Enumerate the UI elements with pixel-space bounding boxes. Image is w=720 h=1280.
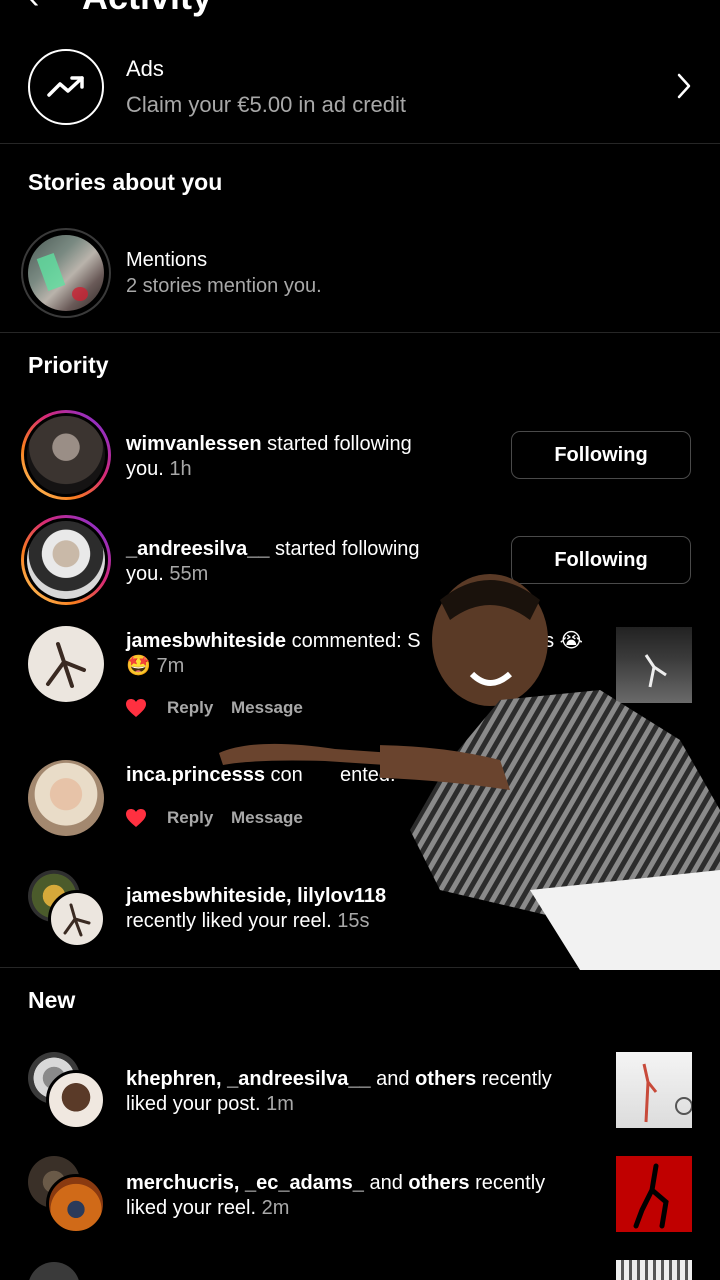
timestamp: 1h [169, 458, 192, 480]
trending-up-icon [28, 49, 104, 125]
page-title: Activity [82, 0, 212, 18]
section-heading-stories: Stories about you [28, 169, 223, 195]
avatar[interactable] [28, 626, 104, 702]
ads-subtitle: Claim your €5.00 in ad credit [126, 92, 407, 117]
timestamp: 1m [266, 1093, 294, 1115]
timestamp: 2m [261, 1197, 290, 1219]
ads-title: Ads [126, 56, 164, 81]
mentions-avatar[interactable] [21, 228, 111, 318]
notification-text: merchucris, _ec_adams_ and others recent… [126, 1172, 546, 1219]
avatar[interactable] [46, 1174, 106, 1234]
heart-icon[interactable] [125, 698, 147, 723]
message-link[interactable]: Message [231, 698, 303, 718]
username[interactable]: jamesbwhiteside [126, 630, 286, 652]
post-thumbnail[interactable] [616, 1052, 693, 1128]
heart-icon[interactable] [125, 808, 147, 833]
username[interactable]: merchucris, _ec_adams_ [126, 1172, 364, 1194]
ads-row[interactable] [0, 40, 720, 140]
timestamp: 15s [337, 910, 370, 932]
dancer-arm-image [215, 735, 425, 771]
avatar[interactable] [21, 515, 111, 605]
notification-text: khephren, _andreesilva__ and others rece… [126, 1068, 552, 1115]
chevron-right-icon[interactable] [676, 72, 692, 105]
username[interactable]: wimvanlessen [126, 433, 262, 455]
divider [0, 332, 720, 333]
back-chevron-icon[interactable]: ‹ [28, 0, 39, 17]
avatar[interactable] [28, 760, 104, 836]
username[interactable]: _andreesilva__ [126, 538, 269, 560]
username[interactable]: khephren, _andreesilva__ [126, 1068, 371, 1090]
following-button[interactable]: Following [511, 431, 691, 479]
avatar[interactable] [48, 890, 106, 948]
message-link[interactable]: Message [231, 808, 303, 828]
avatar[interactable] [21, 410, 111, 500]
post-thumbnail[interactable] [616, 1260, 692, 1280]
avatar[interactable] [28, 1262, 80, 1280]
timestamp: 7m [156, 655, 185, 677]
reply-link[interactable]: Reply [167, 808, 213, 828]
dancer-sticker-image [220, 570, 720, 990]
mentions-subtitle: 2 stories mention you. [126, 275, 322, 297]
notification-text: wimvanlessen started following you. 1h [126, 433, 412, 480]
reply-link[interactable]: Reply [167, 698, 213, 718]
section-heading-new: New [28, 987, 76, 1013]
avatar[interactable] [46, 1070, 106, 1130]
section-heading-priority: Priority [28, 352, 109, 378]
mentions-title: Mentions [126, 249, 208, 271]
timestamp: 55m [169, 563, 209, 585]
username[interactable]: jamesbwhiteside, lilylov118 [126, 885, 386, 907]
divider [0, 143, 720, 144]
post-thumbnail[interactable] [616, 1156, 692, 1232]
